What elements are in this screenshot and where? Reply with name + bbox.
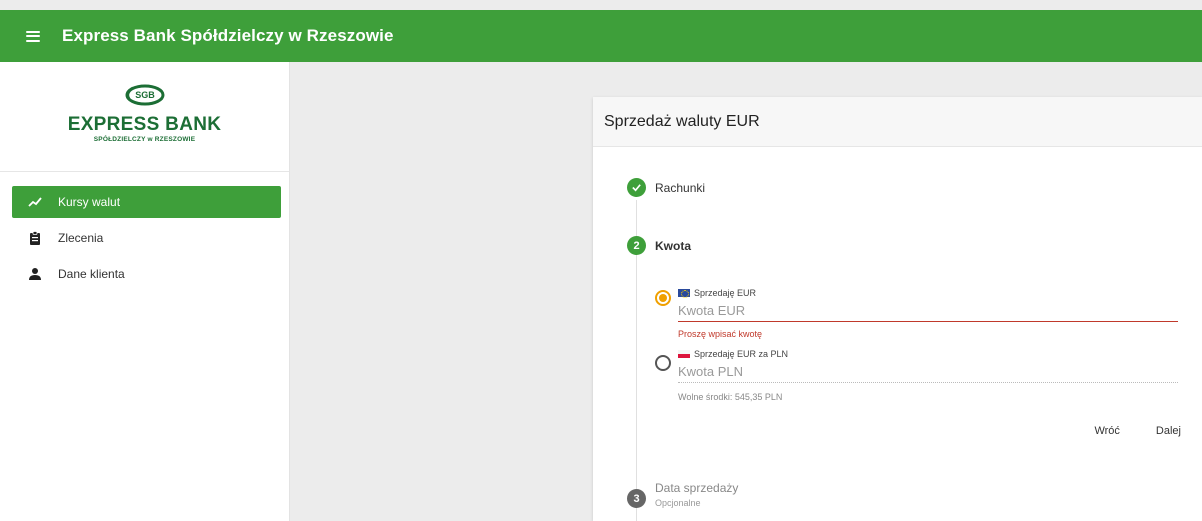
step-actions: Wróć Dalej <box>1094 425 1181 437</box>
error-message: Proszę wpisać kwotę <box>678 329 763 339</box>
check-icon <box>627 178 646 197</box>
app-title: Express Bank Spółdzielczy w Rzeszowie <box>62 26 394 45</box>
step-data-sprzedazy[interactable]: 3 Data sprzedaży Opcjonalne <box>627 481 738 508</box>
card-title: Sprzedaż waluty EUR <box>604 112 760 130</box>
option-label: Sprzedaję EUR za PLN <box>694 349 789 359</box>
back-button[interactable]: Wróć <box>1094 425 1119 437</box>
sidebar: SGB EXPRESS BANK SPÓŁDZIELCZY w RZESZOWI… <box>0 62 290 521</box>
step-rachunki[interactable]: Rachunki <box>627 178 705 197</box>
sell-currency-card: Sprzedaż waluty EUR Rachunki 2 Kwota Spr… <box>593 97 1202 521</box>
amount-pln-input[interactable]: Kwota PLN <box>678 359 1178 383</box>
logo-main-text: EXPRESS BANK <box>67 114 222 135</box>
sidebar-item-zlecenia[interactable]: Zlecenia <box>12 222 281 254</box>
next-button[interactable]: Dalej <box>1156 425 1181 437</box>
sidebar-item-label: Kursy walut <box>58 195 121 209</box>
step-number: 2 <box>627 236 646 255</box>
pl-flag-icon <box>678 350 690 358</box>
step-label: Kwota <box>655 238 691 253</box>
step-kwota[interactable]: 2 Kwota <box>627 236 691 255</box>
trending-up-icon <box>28 195 42 209</box>
available-funds: Wolne środki: 545,35 PLN <box>678 392 783 402</box>
sidebar-item-dane-klienta[interactable]: Dane klienta <box>12 258 281 290</box>
step-number: 3 <box>627 489 646 508</box>
step-label: Rachunki <box>655 180 706 195</box>
menu-icon[interactable] <box>26 30 40 42</box>
step-sublabel: Opcjonalne <box>655 498 701 508</box>
sidebar-item-label: Zlecenia <box>58 231 104 245</box>
step-label: Data sprzedaży <box>655 481 739 495</box>
clipboard-icon <box>28 231 42 245</box>
radio-sell-eur[interactable] <box>655 290 671 306</box>
logo-sub-text: SPÓŁDZIELCZY w RZESZOWIE <box>93 136 196 143</box>
amount-eur-input[interactable]: Kwota EUR <box>678 298 1178 322</box>
sidebar-item-kursy-walut[interactable]: Kursy walut <box>12 186 281 218</box>
radio-sell-eur-for-pln[interactable] <box>655 355 671 371</box>
sidebar-item-label: Dane klienta <box>58 267 125 281</box>
option-label: Sprzedaję EUR <box>694 288 757 298</box>
bank-logo[interactable]: SGB EXPRESS BANK SPÓŁDZIELCZY w RZESZOWI… <box>0 62 289 172</box>
svg-text:SGB: SGB <box>135 90 155 100</box>
person-icon <box>28 267 42 281</box>
sgb-logo-icon: SGB <box>125 84 164 106</box>
top-app-bar: Express Bank Spółdzielczy w Rzeszowie <box>0 10 1202 62</box>
sidebar-nav: Kursy walut Zlecenia Dane klienta <box>0 172 289 290</box>
card-header: Sprzedaż waluty EUR <box>593 97 1202 147</box>
eu-flag-icon <box>678 289 690 298</box>
